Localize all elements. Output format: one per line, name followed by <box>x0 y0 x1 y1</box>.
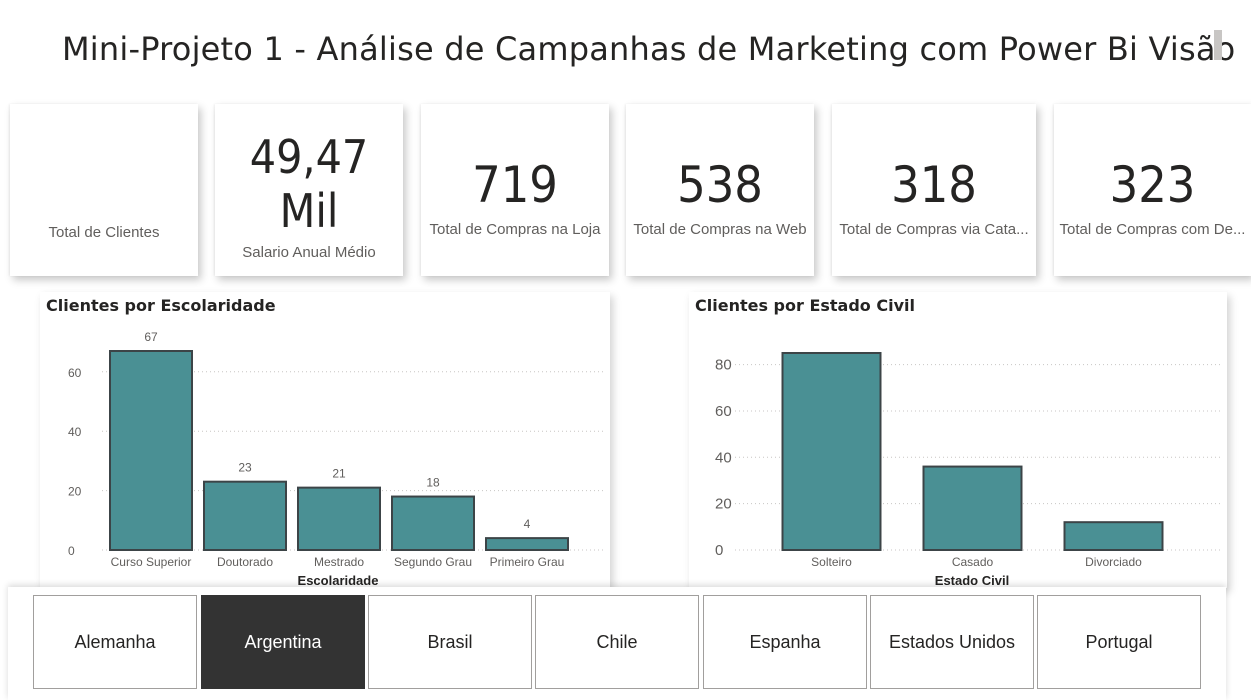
bar-mestrado <box>297 486 381 551</box>
y-tick-label: 0 <box>68 544 75 558</box>
kpi-label: Total de Compras na Loja <box>429 221 601 238</box>
y-tick-label: 60 <box>68 366 82 380</box>
kpi-card-compras-catalogo: 318 Total de Compras via Cata... <box>832 104 1036 276</box>
kpi-value: 719 <box>472 156 558 214</box>
x-tick-label: Doutorado <box>217 555 273 569</box>
kpi-label: Total de Compras via Cata... <box>839 221 1029 238</box>
kpi-label: Total de Compras com De... <box>1059 221 1246 238</box>
kpi-label: Total de Clientes <box>48 224 160 241</box>
y-tick-label: 20 <box>68 485 82 499</box>
kpi-value: 323 <box>1109 156 1196 214</box>
bar-segundo-grau <box>391 495 475 551</box>
page-scrollbar[interactable] <box>1214 30 1222 60</box>
x-tick-label: Segundo Grau <box>394 555 472 569</box>
bar-divorciado <box>1063 521 1164 551</box>
x-tick-label: Casado <box>952 555 994 569</box>
slicer-item-brasil[interactable]: Brasil <box>368 595 532 689</box>
y-tick-label: 0 <box>715 542 723 559</box>
slicer-item-argentina[interactable]: Argentina <box>201 595 365 689</box>
bar-doutorado <box>203 480 287 551</box>
x-tick-label: Primeiro Grau <box>490 555 565 569</box>
kpi-card-total-clientes: 133 Total de Clientes <box>10 104 198 276</box>
slicer-item-alemanha[interactable]: Alemanha <box>33 595 197 689</box>
y-tick-label: 80 <box>715 357 732 374</box>
page-title: Mini-Projeto 1 - Análise de Campanhas de… <box>62 30 1236 68</box>
bar-primeiro-grau <box>485 537 569 551</box>
kpi-label: Total de Compras na Web <box>633 221 807 238</box>
y-tick-label: 40 <box>715 449 732 466</box>
kpi-value: 538 <box>677 156 763 214</box>
kpi-card-salario-anual: 49,47 Mil Salario Anual Médio <box>215 104 403 276</box>
data-label: 21 <box>332 467 346 481</box>
y-tick-label: 40 <box>68 425 82 439</box>
kpi-card-compras-desconto: 323 Total de Compras com De... <box>1054 104 1251 276</box>
kpi-value-line2: Mil <box>279 184 339 238</box>
bar-curso-superior <box>109 350 193 551</box>
kpi-value: 318 <box>891 156 977 214</box>
country-slicer: Alemanha Argentina Brasil Chile Espanha … <box>8 587 1226 700</box>
bar-solteiro <box>781 352 882 551</box>
kpi-card-compras-web: 538 Total de Compras na Web <box>626 104 814 276</box>
x-tick-label: Curso Superior <box>111 555 192 569</box>
bar-casado <box>922 465 1023 552</box>
data-label: 18 <box>426 476 440 490</box>
data-label: 67 <box>144 330 158 344</box>
chart-estado-civil-svg: 0 20 40 60 80 Solteiro Casado Divorciado Estado … <box>715 352 1223 588</box>
chart-escolaridade-svg: 0 20 40 60 Curso Superior 67 Doutorado 23 Mestra… <box>68 330 606 588</box>
data-label: 4 <box>524 517 531 531</box>
chart-estado-civil: Clientes por Estado Civil 0 20 40 60 80 Solte… <box>689 292 1227 588</box>
slicer-item-espanha[interactable]: Espanha <box>703 595 867 689</box>
chart-title: Clientes por Escolaridade <box>46 296 276 315</box>
x-tick-label: Solteiro <box>811 555 852 569</box>
y-tick-label: 20 <box>715 496 732 513</box>
x-axis-title: Escolaridade <box>298 573 379 588</box>
kpi-value: 133 <box>10 104 198 106</box>
slicer-item-chile[interactable]: Chile <box>535 595 699 689</box>
x-axis-title: Estado Civil <box>935 573 1009 588</box>
data-label: 23 <box>238 461 252 475</box>
x-tick-label: Mestrado <box>314 555 364 569</box>
slicer-item-estados-unidos[interactable]: Estados Unidos <box>870 595 1034 689</box>
chart-escolaridade: Clientes por Escolaridade 0 20 40 60 Curso S… <box>40 292 610 588</box>
y-tick-label: 60 <box>715 403 732 420</box>
chart-title: Clientes por Estado Civil <box>695 296 915 315</box>
kpi-label: Salario Anual Médio <box>242 244 376 261</box>
x-tick-label: Divorciado <box>1085 555 1142 569</box>
slicer-item-portugal[interactable]: Portugal <box>1037 595 1201 689</box>
kpi-card-compras-loja: 719 Total de Compras na Loja <box>421 104 609 276</box>
kpi-value-line1: 49,47 <box>249 130 369 184</box>
